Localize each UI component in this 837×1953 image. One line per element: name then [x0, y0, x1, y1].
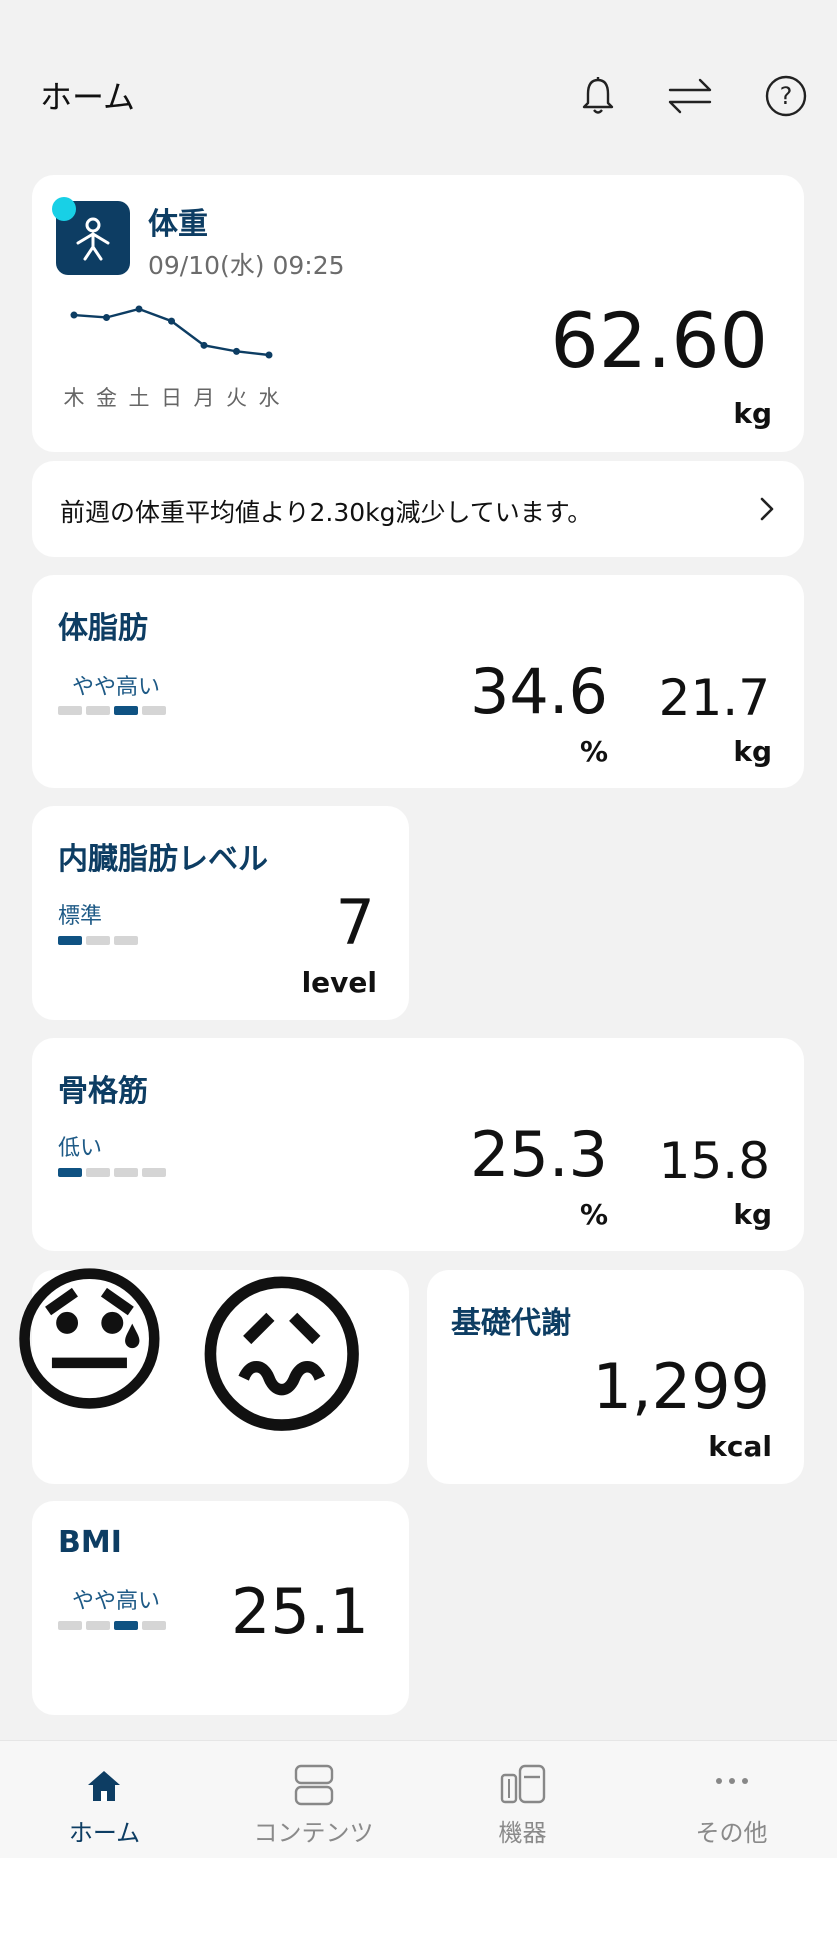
visceral-fat-unit: level	[301, 966, 377, 999]
bmr-value: 1,299	[592, 1350, 771, 1423]
bmi-level-bar	[58, 1621, 166, 1630]
trend-point	[200, 341, 208, 349]
skeletal-muscle-percent-unit: %	[579, 1198, 608, 1231]
trend-day-label: 水	[259, 386, 280, 410]
nav-home[interactable]: ホーム	[0, 1741, 209, 1858]
nav-other[interactable]: その他	[627, 1741, 836, 1858]
trend-day-label: 日	[161, 386, 182, 410]
trend-point	[135, 305, 143, 313]
trend-day-label: 木	[64, 386, 85, 410]
visceral-fat-title: 内臓脂肪レベル	[58, 842, 268, 877]
weight-datetime: 09/10(水) 09:25	[148, 251, 345, 280]
nav-contents-label: コンテンツ	[253, 1819, 374, 1847]
nav-contents[interactable]: コンテンツ	[209, 1741, 418, 1858]
weight-value: 62.60	[550, 296, 768, 385]
trend-day-label: 土	[129, 386, 150, 410]
bell-icon[interactable]	[578, 74, 618, 118]
bmi-title: BMI	[58, 1525, 122, 1560]
body-fat-title: 体脂肪	[58, 611, 148, 646]
visceral-fat-level-label: 標準	[58, 904, 103, 929]
skeletal-muscle-card[interactable]: 骨格筋 低い 25.3 % 15.8 kg	[32, 1038, 804, 1251]
trend-point	[168, 317, 175, 325]
devices-icon	[498, 1763, 548, 1811]
skeletal-muscle-mass: 15.8	[658, 1132, 770, 1190]
bmi-level-label: やや高い	[72, 1589, 161, 1614]
trend-line	[73, 307, 270, 357]
body-fat-percent-unit: %	[579, 735, 608, 768]
bmi-value: 25.1	[230, 1575, 369, 1648]
home-icon	[84, 1765, 124, 1809]
visceral-fat-value: 7	[335, 886, 375, 959]
confounded-emoji: 😖	[190, 1255, 374, 1460]
skeletal-muscle-mass-unit: kg	[733, 1198, 772, 1231]
weight-title: 体重	[148, 207, 208, 242]
body-fat-level-bar	[58, 706, 166, 715]
nav-home-label: ホーム	[68, 1819, 141, 1847]
trend-point	[233, 347, 240, 355]
page-title: ホーム	[40, 78, 136, 116]
body-fat-card[interactable]: 体脂肪 やや高い 34.6 % 21.7 kg	[32, 575, 804, 788]
nav-devices[interactable]: 機器	[418, 1741, 627, 1858]
body-fat-percent: 34.6	[469, 655, 608, 728]
chevron-right-icon	[758, 495, 776, 527]
skeletal-muscle-level-label: 低い	[58, 1136, 103, 1161]
trend-day-label: 火	[226, 386, 247, 410]
bottom-blank-area	[0, 1858, 837, 1953]
message-text: 前週の体重平均値より2.30kg減少しています。	[60, 498, 593, 527]
skeletal-muscle-level-bar	[58, 1168, 166, 1177]
body-fat-mass-unit: kg	[733, 735, 772, 768]
weight-unit: kg	[733, 397, 772, 430]
svg-text:?: ?	[780, 82, 793, 110]
trend-point	[103, 313, 110, 321]
weight-trend-chart: 木金土日月火水	[64, 305, 280, 410]
nav-devices-label: 機器	[498, 1819, 547, 1847]
bmr-title: 基礎代謝	[451, 1306, 571, 1341]
body-fat-level-label: やや高い	[72, 675, 161, 700]
contents-icon	[293, 1763, 335, 1811]
nav-other-label: その他	[695, 1819, 768, 1847]
weight-change-message[interactable]: 前週の体重平均値より2.30kg減少しています。	[32, 461, 804, 557]
skeletal-muscle-percent: 25.3	[469, 1118, 608, 1191]
visceral-fat-card[interactable]: 内臓脂肪レベル 標準 7 level	[32, 806, 409, 1020]
sync-icon[interactable]	[666, 76, 714, 116]
help-icon[interactable]: ?	[764, 74, 808, 118]
bottom-navigation: ホーム コンテンツ 機器 その他	[0, 1740, 837, 1858]
trend-day-label: 月	[194, 386, 215, 410]
weight-card[interactable]: 体重 09/10(水) 09:25 木金土日月火水 62.60 kg	[32, 175, 804, 452]
new-badge-dot	[52, 197, 76, 221]
more-icon	[711, 1771, 753, 1795]
sweat-emoji: 😓	[6, 1248, 173, 1435]
skeletal-muscle-title: 骨格筋	[58, 1074, 148, 1109]
visceral-fat-level-bar	[58, 936, 138, 945]
body-fat-mass: 21.7	[658, 669, 770, 727]
trend-point	[70, 311, 78, 319]
trend-day-label: 金	[96, 386, 117, 410]
bmr-card[interactable]: 基礎代謝 1,299 kcal	[427, 1270, 804, 1484]
bmi-card[interactable]: BMI やや高い 25.1	[32, 1501, 409, 1715]
bmr-unit: kcal	[708, 1430, 772, 1463]
trend-point	[265, 351, 273, 359]
